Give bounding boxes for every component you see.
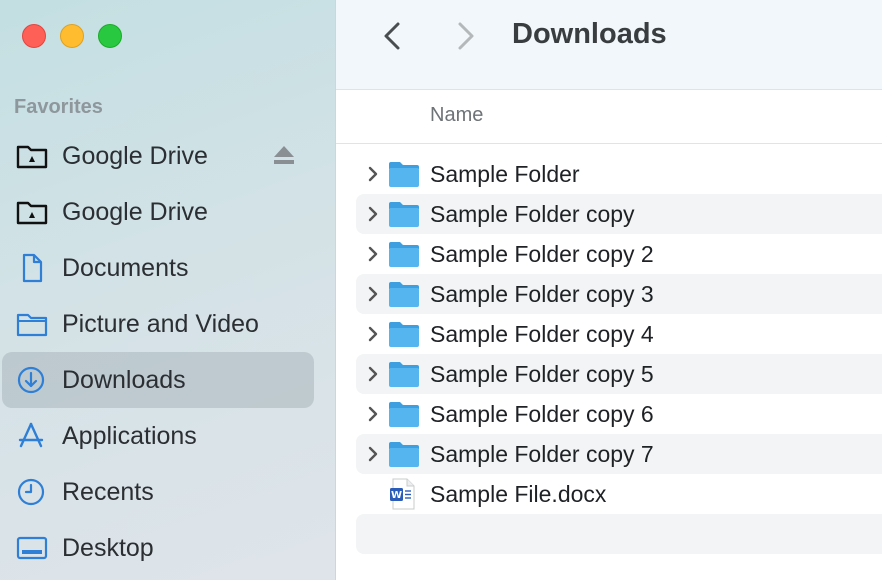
sidebar-item-picture-and-video[interactable]: Picture and Video <box>2 296 314 352</box>
file-name: Sample Folder copy 5 <box>430 361 654 387</box>
list-item[interactable]: Sample Folder copy 6 <box>356 394 882 434</box>
file-name: Sample File.docx <box>430 481 607 507</box>
folder-icon <box>388 400 420 428</box>
svg-text:W: W <box>391 490 402 501</box>
sidebar-item-label: Desktop <box>62 533 154 562</box>
sidebar-item-google-drive-2[interactable]: Google Drive <box>2 184 314 240</box>
finder-window: Favorites Google Drive Google Drive Docu… <box>0 0 882 580</box>
sidebar: Favorites Google Drive Google Drive Docu… <box>0 0 336 580</box>
list-item[interactable]: Sample Folder copy <box>356 194 882 234</box>
forward-button[interactable] <box>452 20 478 52</box>
file-name: Sample Folder <box>430 161 580 187</box>
sidebar-item-recents[interactable]: Recents <box>2 464 314 520</box>
sidebar-item-google-drive[interactable]: Google Drive <box>2 128 314 184</box>
drive-folder-icon <box>16 141 50 171</box>
sidebar-item-label: Google Drive <box>62 141 208 170</box>
sidebar-item-applications[interactable]: Applications <box>2 408 314 464</box>
disclosure-triangle-icon[interactable] <box>366 445 380 463</box>
sidebar-item-label: Downloads <box>62 365 186 394</box>
folder-icon <box>16 309 50 339</box>
list-item[interactable]: Sample Folder <box>356 154 882 194</box>
applications-icon <box>16 421 50 451</box>
disclosure-triangle-icon[interactable] <box>366 205 380 223</box>
disclosure-triangle-icon[interactable] <box>366 245 380 263</box>
file-name: Sample Folder copy 2 <box>430 241 654 267</box>
toolbar: Downloads <box>336 0 882 90</box>
minimize-button[interactable] <box>60 24 84 48</box>
disclosure-triangle-icon[interactable] <box>366 165 380 183</box>
zoom-button[interactable] <box>98 24 122 48</box>
word-document-icon: W <box>390 478 416 510</box>
file-name: Sample Folder copy 7 <box>430 441 654 467</box>
sidebar-item-label: Picture and Video <box>62 309 259 338</box>
back-button[interactable] <box>380 20 406 52</box>
list-item[interactable]: Sample Folder copy 2 <box>356 234 882 274</box>
file-name: Sample Folder copy 4 <box>430 321 654 347</box>
disclosure-triangle-icon[interactable] <box>366 285 380 303</box>
file-list: Sample Folder Sample Folder copy Sample … <box>356 154 882 554</box>
sidebar-item-label: Recents <box>62 477 154 506</box>
name-column-header[interactable]: Name <box>430 104 483 127</box>
folder-icon <box>388 200 420 228</box>
sidebar-list: Google Drive Google Drive Documents Pict… <box>0 128 336 576</box>
folder-icon <box>388 360 420 388</box>
sidebar-item-documents[interactable]: Documents <box>2 240 314 296</box>
eject-icon[interactable] <box>272 144 296 166</box>
sidebar-item-label: Documents <box>62 253 189 282</box>
desktop-icon <box>16 533 50 563</box>
file-name: Sample Folder copy 3 <box>430 281 654 307</box>
folder-icon <box>388 440 420 468</box>
disclosure-triangle-icon[interactable] <box>366 325 380 343</box>
list-item[interactable]: Sample Folder copy 4 <box>356 314 882 354</box>
folder-icon <box>388 280 420 308</box>
list-item[interactable]: Sample Folder copy 5 <box>356 354 882 394</box>
close-button[interactable] <box>22 24 46 48</box>
sidebar-item-desktop[interactable]: Desktop <box>2 520 314 576</box>
window-controls <box>22 24 122 48</box>
folder-icon <box>388 320 420 348</box>
sidebar-item-label: Google Drive <box>62 197 208 226</box>
column-header: Name <box>336 90 882 144</box>
window-title: Downloads <box>512 18 667 50</box>
favorites-heading: Favorites <box>14 96 103 118</box>
disclosure-triangle-icon[interactable] <box>366 405 380 423</box>
folder-icon <box>388 240 420 268</box>
folder-icon <box>388 160 420 188</box>
sidebar-item-label: Applications <box>62 421 197 450</box>
list-item[interactable]: Sample Folder copy 7 <box>356 434 882 474</box>
disclosure-triangle-icon[interactable] <box>366 365 380 383</box>
file-name: Sample Folder copy 6 <box>430 401 654 427</box>
list-item[interactable]: W Sample File.docx <box>356 474 882 514</box>
download-icon <box>16 365 50 395</box>
document-icon <box>16 253 50 283</box>
file-name: Sample Folder copy <box>430 201 635 227</box>
empty-row <box>356 514 882 554</box>
clock-icon <box>16 477 50 507</box>
drive-folder-icon <box>16 197 50 227</box>
list-item[interactable]: Sample Folder copy 3 <box>356 274 882 314</box>
sidebar-item-downloads[interactable]: Downloads <box>2 352 314 408</box>
